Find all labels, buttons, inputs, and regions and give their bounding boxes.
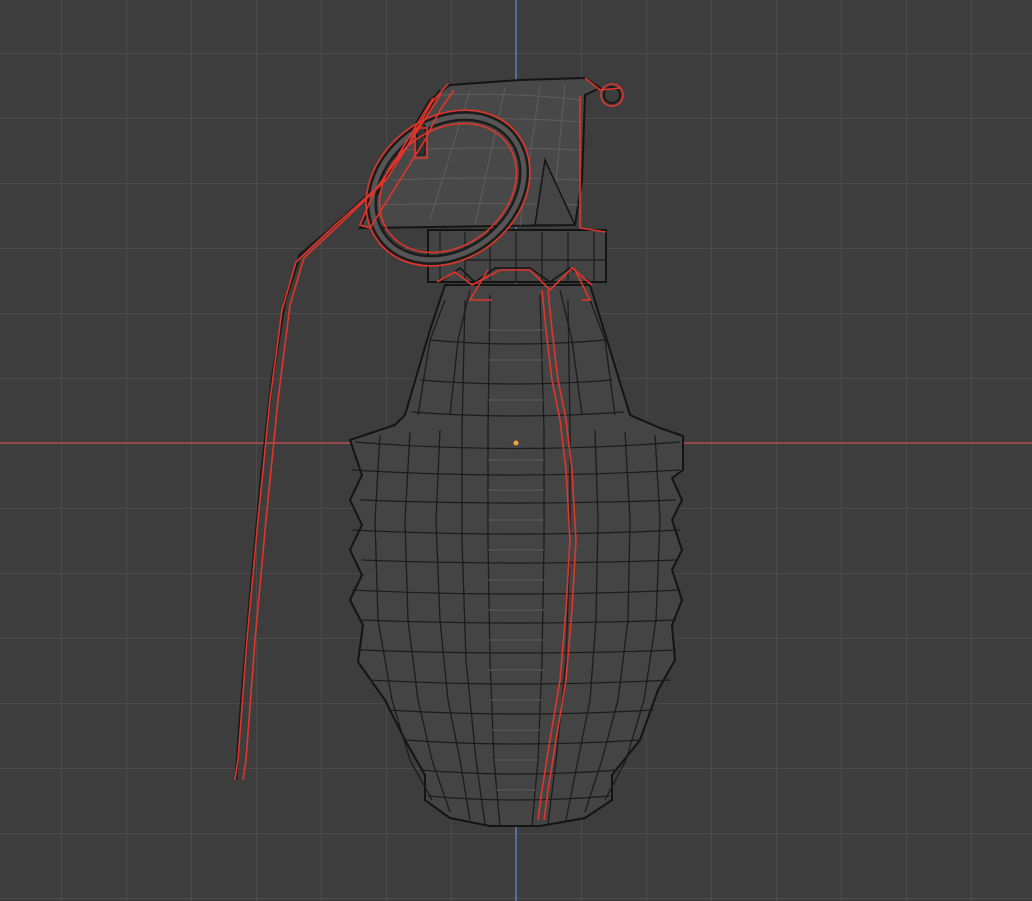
viewport-canvas[interactable]: [0, 0, 1032, 901]
grenade-body[interactable]: [348, 284, 684, 827]
object-origin[interactable]: [513, 440, 519, 446]
body-silhouette: [348, 284, 684, 827]
3d-viewport[interactable]: [0, 0, 1032, 901]
